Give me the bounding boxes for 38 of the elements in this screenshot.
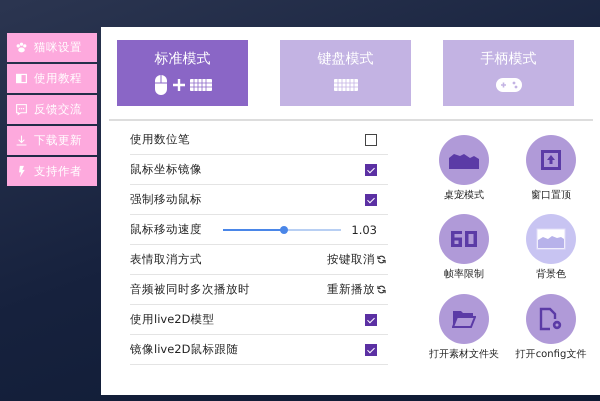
book-icon (15, 72, 28, 85)
checkbox[interactable] (365, 314, 377, 326)
setting-label: 鼠标坐标镜像 (130, 162, 202, 177)
gamepad-icon (496, 77, 522, 93)
checkbox[interactable] (365, 344, 377, 356)
arrow-up-box-icon (541, 150, 561, 170)
sixty-icon (451, 231, 477, 248)
mouse-plus-keyboard-icon (154, 74, 212, 96)
tool-button[interactable]: 桌宠模式 (422, 135, 506, 206)
setting-label: 音频被同时多次播放时 (130, 282, 250, 297)
download-icon (15, 134, 28, 147)
picture-icon (536, 228, 566, 250)
refresh-icon (377, 285, 386, 294)
checkbox[interactable] (365, 134, 377, 146)
tool-button[interactable]: 帧率限制 (422, 214, 506, 286)
setting-label: 强制移动鼠标 (130, 192, 202, 207)
checkbox[interactable] (365, 164, 377, 176)
cycle-option-button[interactable]: 按键取消 (327, 252, 386, 267)
tool-button[interactable]: 打开素材文件夹 (422, 294, 506, 365)
tool-button[interactable]: 打开config文件 (509, 294, 593, 365)
setting-label: 镜像live2D鼠标跟随 (130, 342, 238, 357)
chat-icon (15, 103, 28, 116)
skyline-icon (449, 151, 479, 169)
setting-label: 表情取消方式 (130, 252, 202, 267)
checkbox[interactable] (365, 194, 377, 206)
setting-label: 鼠标移动速度 (130, 222, 202, 237)
setting-label: 使用数位笔 (130, 132, 190, 147)
setting-label: 使用live2D模型 (130, 312, 214, 327)
tool-button[interactable]: 窗口置顶 (509, 135, 593, 206)
paw-icon (15, 41, 28, 54)
slider-value: 1.03 (351, 222, 377, 236)
folder-icon (452, 310, 476, 328)
refresh-icon (377, 255, 386, 264)
mode-tab[interactable]: 标准模式 (117, 40, 248, 106)
cycle-option-button[interactable]: 重新播放 (327, 282, 386, 297)
keyboard-icon (334, 78, 358, 92)
file-gear-icon (539, 306, 563, 331)
tool-button[interactable]: 背景色 (509, 214, 593, 286)
